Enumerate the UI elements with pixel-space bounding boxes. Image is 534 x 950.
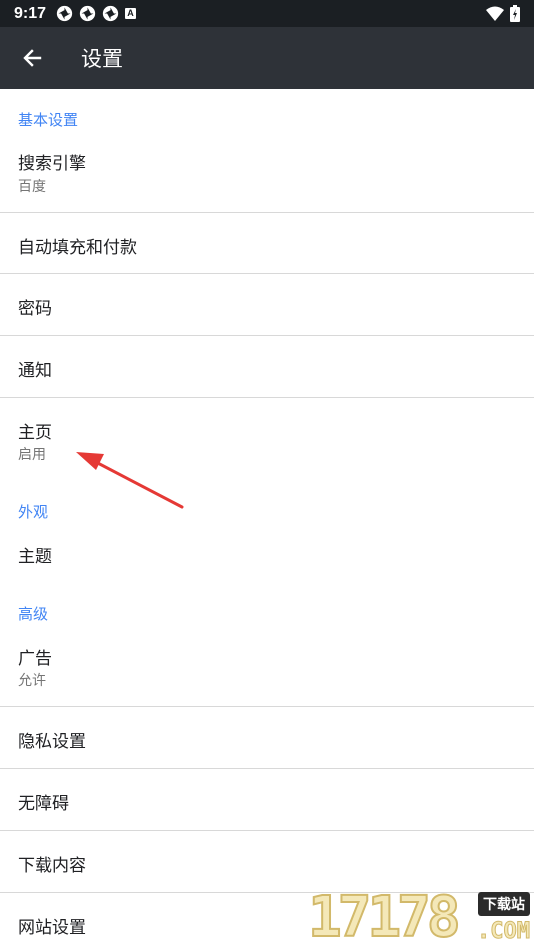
status-time: 9:17	[14, 4, 47, 22]
section-header-basic: 基本设置	[18, 111, 79, 129]
page-title: 设置	[81, 47, 123, 71]
setting-title: 通知	[18, 361, 52, 381]
setting-title: 下载内容	[18, 856, 86, 876]
pinwheel-icon	[56, 5, 73, 22]
setting-value: 允许	[18, 673, 46, 689]
setting-theme[interactable]: 主题	[0, 525, 534, 585]
setting-ads[interactable]: 广告 允许	[0, 629, 534, 706]
status-notification-icons: A	[56, 5, 137, 22]
setting-privacy[interactable]: 隐私设置	[0, 707, 534, 768]
pinwheel-icon	[102, 5, 119, 22]
setting-title: 主页	[18, 423, 52, 443]
watermark-suffix: .COM	[477, 919, 531, 945]
setting-downloads[interactable]: 下载内容	[0, 831, 534, 892]
setting-title: 搜索引擎	[18, 154, 86, 174]
watermark-logo: 17178 下载站 .COM	[307, 885, 534, 950]
setting-value: 百度	[18, 179, 46, 195]
back-button[interactable]	[12, 38, 52, 78]
setting-value: 启用	[18, 447, 46, 463]
setting-title: 无障碍	[18, 794, 69, 814]
status-bar: 9:17 A	[0, 0, 534, 27]
setting-title: 自动填充和付款	[18, 238, 137, 258]
battery-icon	[510, 5, 520, 22]
setting-passwords[interactable]: 密码	[0, 274, 534, 335]
wifi-icon	[486, 6, 504, 21]
setting-autofill[interactable]: 自动填充和付款	[0, 213, 534, 273]
app-bar: 设置	[0, 27, 534, 89]
setting-title: 隐私设置	[18, 732, 86, 752]
setting-title: 主题	[18, 547, 52, 567]
section-header-appearance: 外观	[18, 503, 49, 521]
watermark-tag: 下载站	[478, 892, 530, 916]
setting-homepage[interactable]: 主页 启用	[0, 398, 534, 475]
setting-title: 广告	[18, 649, 52, 669]
setting-accessibility[interactable]: 无障碍	[0, 769, 534, 830]
setting-title: 密码	[18, 299, 52, 319]
arrow-back-icon	[23, 49, 42, 67]
setting-search-engine[interactable]: 搜索引擎 百度	[0, 135, 534, 212]
pinwheel-icon	[79, 5, 96, 22]
setting-title: 网站设置	[18, 918, 86, 938]
section-header-advanced: 高级	[18, 605, 49, 623]
a-badge-icon: A	[125, 8, 137, 19]
setting-notifications[interactable]: 通知	[0, 336, 534, 397]
status-system-icons	[486, 5, 520, 22]
watermark-digits: 17178	[307, 885, 462, 950]
